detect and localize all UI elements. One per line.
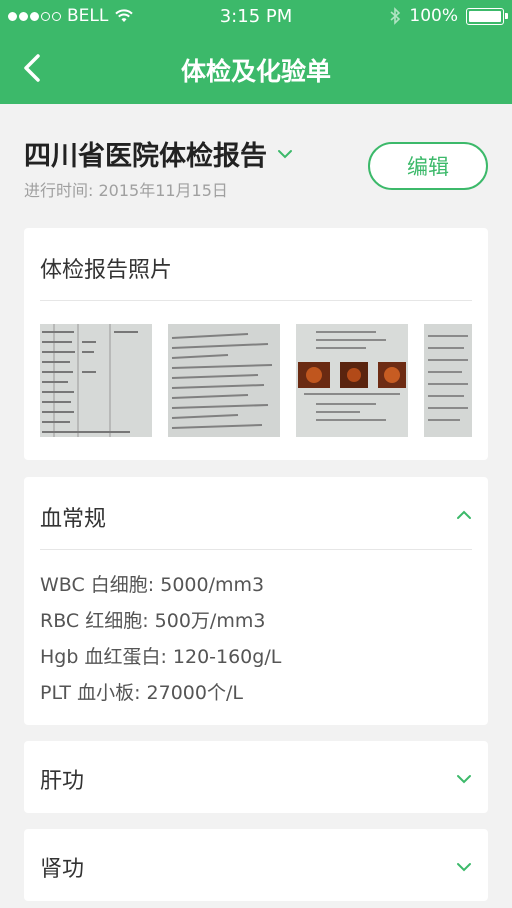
liver-function-title: 肝功 [40,769,85,794]
report-photo-thumbnail[interactable] [296,324,408,437]
edit-button[interactable]: 编辑 [368,142,488,190]
report-photo-thumbnail[interactable] [40,324,152,437]
report-selector[interactable]: 四川省医院体检报告 [24,134,295,173]
divider [40,549,472,550]
page-title: 体检及化验单 [180,57,331,86]
divider [40,300,472,301]
blood-routine-title[interactable]: 血常规 [40,501,106,533]
report-title: 四川省医院体检报告 [24,141,267,172]
list-item: RBC 红细胞: 500万/mm3 [40,610,266,632]
status-bar: BELL 3:15 PM 100% [0,0,512,34]
kidney-function-card[interactable]: 肾功 [24,829,488,901]
battery-icon [466,7,508,25]
report-photo-thumbnail[interactable] [424,324,472,437]
chevron-down-icon [457,863,471,872]
blood-routine-card: 血常规 WBC 白细胞: 5000/mm3 RBC 红细胞: 500万/mm3 … [24,477,488,725]
bluetooth-icon [390,7,401,25]
chevron-up-icon[interactable] [454,505,474,525]
status-right: 100% [389,6,508,26]
liver-function-card[interactable]: 肝功 [24,741,488,813]
chevron-down-icon [278,149,292,158]
list-item: Hgb 血红蛋白: 120-160g/L [40,646,282,668]
photo-strip[interactable] [40,324,472,437]
list-item: PLT 血小板: 27000个/L [40,682,243,704]
photos-card: 体检报告照片 [24,228,488,460]
kidney-function-title: 肾功 [40,857,85,882]
photos-card-title: 体检报告照片 [40,258,173,283]
battery-percent: 100% [409,6,458,26]
blood-results-list: WBC 白细胞: 5000/mm3 RBC 红细胞: 500万/mm3 Hgb … [40,567,281,711]
chevron-down-icon [457,775,471,784]
list-item: WBC 白细胞: 5000/mm3 [40,574,265,596]
app-header: BELL 3:15 PM 100% 体检及化验单 [0,0,512,104]
report-photo-thumbnail[interactable] [168,324,280,437]
report-date: 进行时间: 2015年11月15日 [24,181,228,200]
